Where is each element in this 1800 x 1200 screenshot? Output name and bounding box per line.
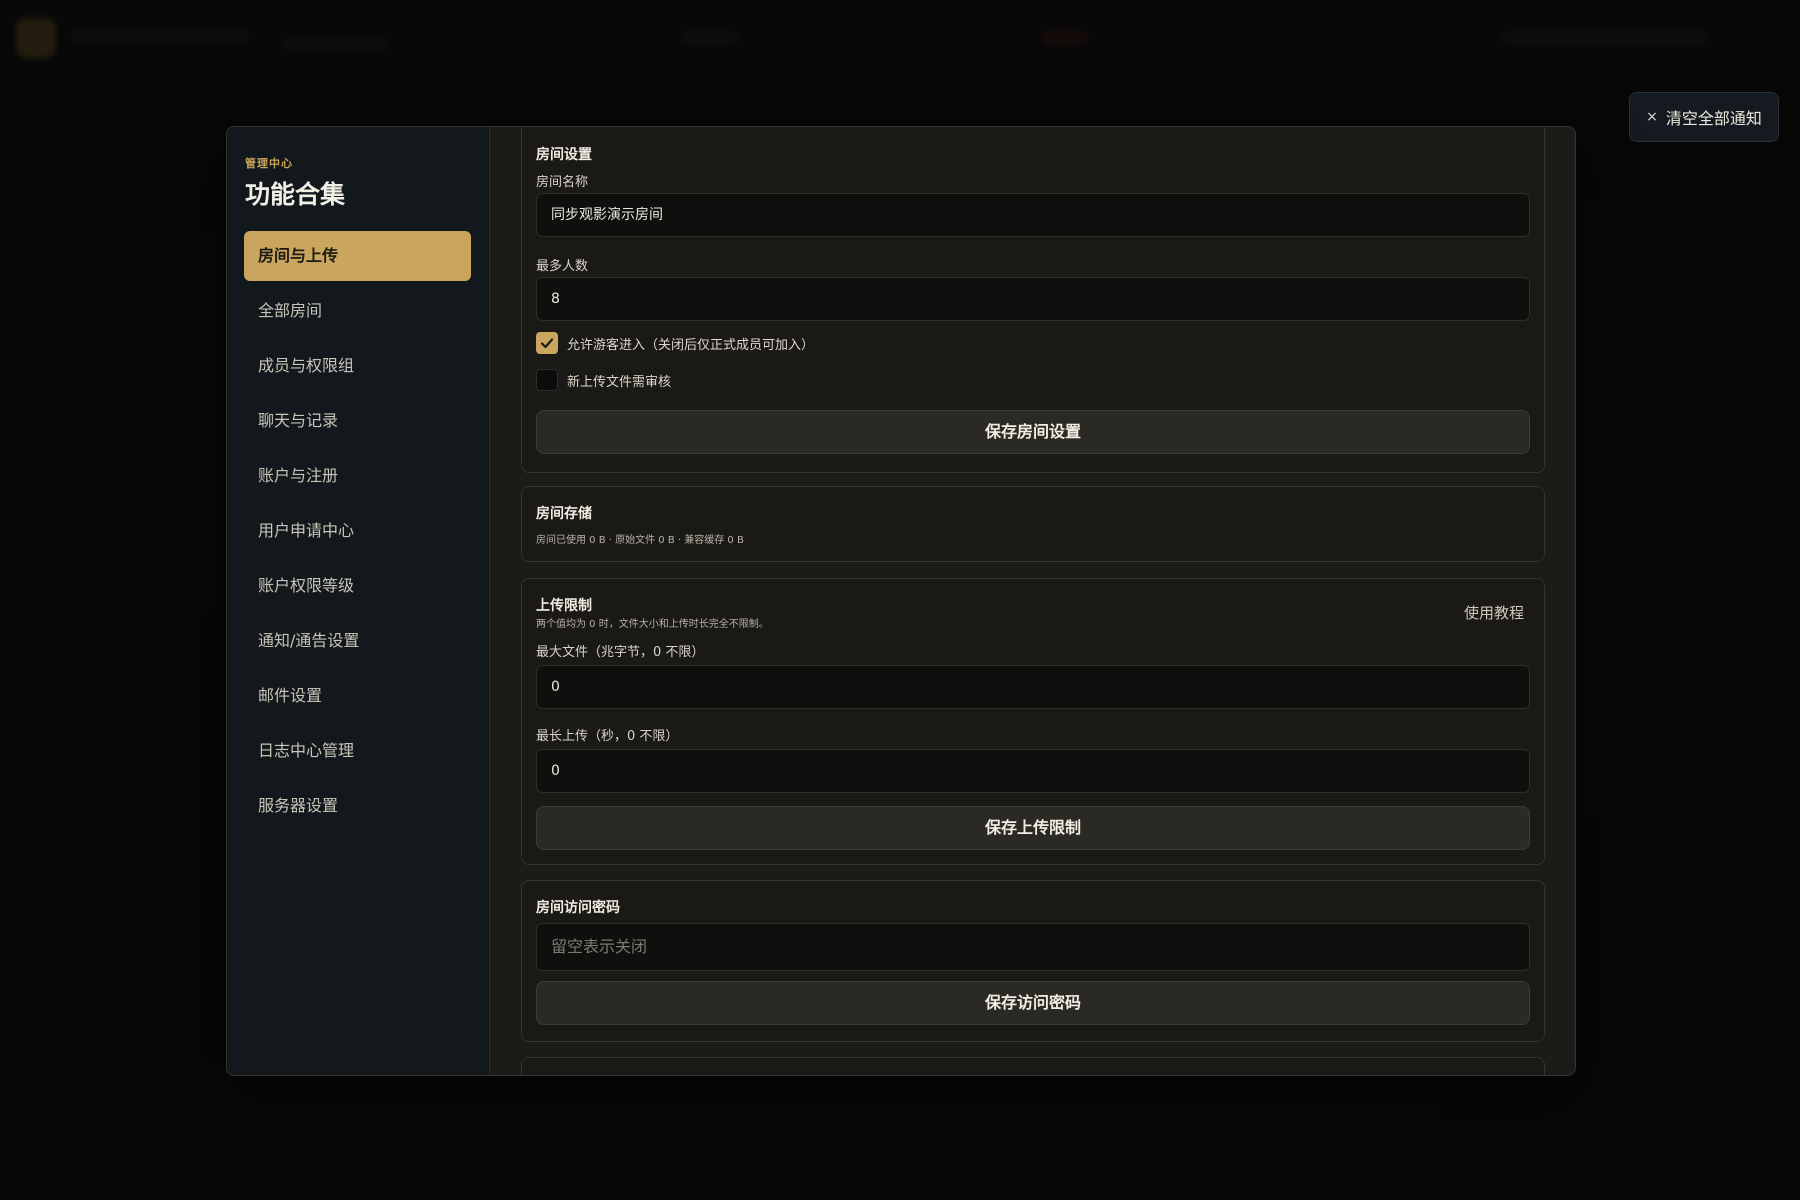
sidebar-item-notifications[interactable]: 通知/通告设置	[244, 616, 471, 666]
room-name-label: 房间名称	[536, 175, 589, 190]
sidebar-item-members-permissions[interactable]: 成员与权限组	[244, 341, 471, 391]
max-members-label: 最多人数	[536, 259, 589, 274]
max-file-label: 最大文件（兆字节，0 不限）	[536, 645, 705, 660]
access-password-card: 房间访问密码 留空表示关闭 保存访问密码	[521, 880, 1545, 1042]
sidebar-item-rooms-uploads[interactable]: 房间与上传	[244, 231, 471, 281]
review-checkbox[interactable]	[536, 369, 558, 391]
sidebar-item-all-rooms[interactable]: 全部房间	[244, 286, 471, 336]
sidebar-item-chat-logs[interactable]: 聊天与记录	[244, 396, 471, 446]
max-file-input[interactable]: 0	[536, 665, 1530, 709]
sidebar: 管理中心 功能合集 房间与上传 全部房间 成员与权限组 聊天与记录 账户与注册 …	[227, 127, 490, 1075]
clear-notifications-label: 清空全部通知	[1665, 109, 1762, 128]
max-duration-input[interactable]: 0	[536, 749, 1530, 793]
sidebar-item-log-center[interactable]: 日志中心管理	[244, 726, 471, 776]
sidebar-nav: 房间与上传 全部房间 成员与权限组 聊天与记录 账户与注册 用户申请中心 账户权…	[244, 231, 471, 836]
upload-limit-card: 上传限制 两个值均为 0 时，文件大小和上传时长完全不限制。 使用教程 最大文件…	[521, 578, 1545, 865]
save-room-settings-button[interactable]: 保存房间设置	[536, 410, 1530, 454]
clear-notifications-button[interactable]: × 清空全部通知	[1629, 92, 1779, 142]
sidebar-eyebrow: 管理中心	[245, 157, 293, 170]
close-icon: ×	[1646, 109, 1658, 125]
save-upload-limit-button[interactable]: 保存上传限制	[536, 806, 1530, 850]
room-settings-card: 房间设置 房间名称 同步观影演示房间 最多人数 8 允许游客进入（关闭后仅正式成…	[521, 127, 1545, 473]
sidebar-item-email[interactable]: 邮件设置	[244, 671, 471, 721]
sidebar-title: 功能合集	[245, 180, 346, 209]
main-content: ✕ 房间设置 房间名称 同步观影演示房间 最多人数 8 允许游客进入（关闭后仅正…	[489, 127, 1575, 1075]
room-storage-info: 房间已使用 0 B · 原始文件 0 B · 兼容缓存 0 B	[536, 535, 744, 546]
guest-checkbox[interactable]	[536, 332, 558, 354]
max-members-input[interactable]: 8	[536, 277, 1530, 321]
room-name-input[interactable]: 同步观影演示房间	[536, 193, 1530, 237]
guest-checkbox-label: 允许游客进入（关闭后仅正式成员可加入）	[567, 337, 815, 353]
sidebar-item-user-applications[interactable]: 用户申请中心	[244, 506, 471, 556]
review-toggle-row[interactable]: 新上传文件需审核	[536, 369, 671, 391]
upload-limit-title: 上传限制	[536, 598, 592, 614]
check-icon	[540, 338, 554, 349]
sidebar-item-server[interactable]: 服务器设置	[244, 781, 471, 831]
sidebar-item-account-levels[interactable]: 账户权限等级	[244, 561, 471, 611]
room-settings-title: 房间设置	[536, 147, 592, 163]
access-password-title: 房间访问密码	[536, 900, 620, 916]
access-password-input[interactable]: 留空表示关闭	[536, 923, 1530, 971]
room-storage-title: 房间存储	[536, 506, 592, 522]
admin-modal: 管理中心 功能合集 房间与上传 全部房间 成员与权限组 聊天与记录 账户与注册 …	[226, 126, 1576, 1076]
upload-limit-desc: 两个值均为 0 时，文件大小和上传时长完全不限制。	[536, 619, 769, 630]
max-duration-label: 最长上传（秒，0 不限）	[536, 729, 679, 744]
sidebar-item-accounts-registration[interactable]: 账户与注册	[244, 451, 471, 501]
save-access-password-button[interactable]: 保存访问密码	[536, 981, 1530, 1025]
room-storage-card: 房间存储 房间已使用 0 B · 原始文件 0 B · 兼容缓存 0 B	[521, 486, 1545, 562]
review-checkbox-label: 新上传文件需审核	[567, 374, 672, 390]
tutorial-link[interactable]: 使用教程	[1464, 602, 1524, 623]
guest-toggle-row[interactable]: 允许游客进入（关闭后仅正式成员可加入）	[536, 332, 814, 354]
next-card	[521, 1057, 1545, 1075]
